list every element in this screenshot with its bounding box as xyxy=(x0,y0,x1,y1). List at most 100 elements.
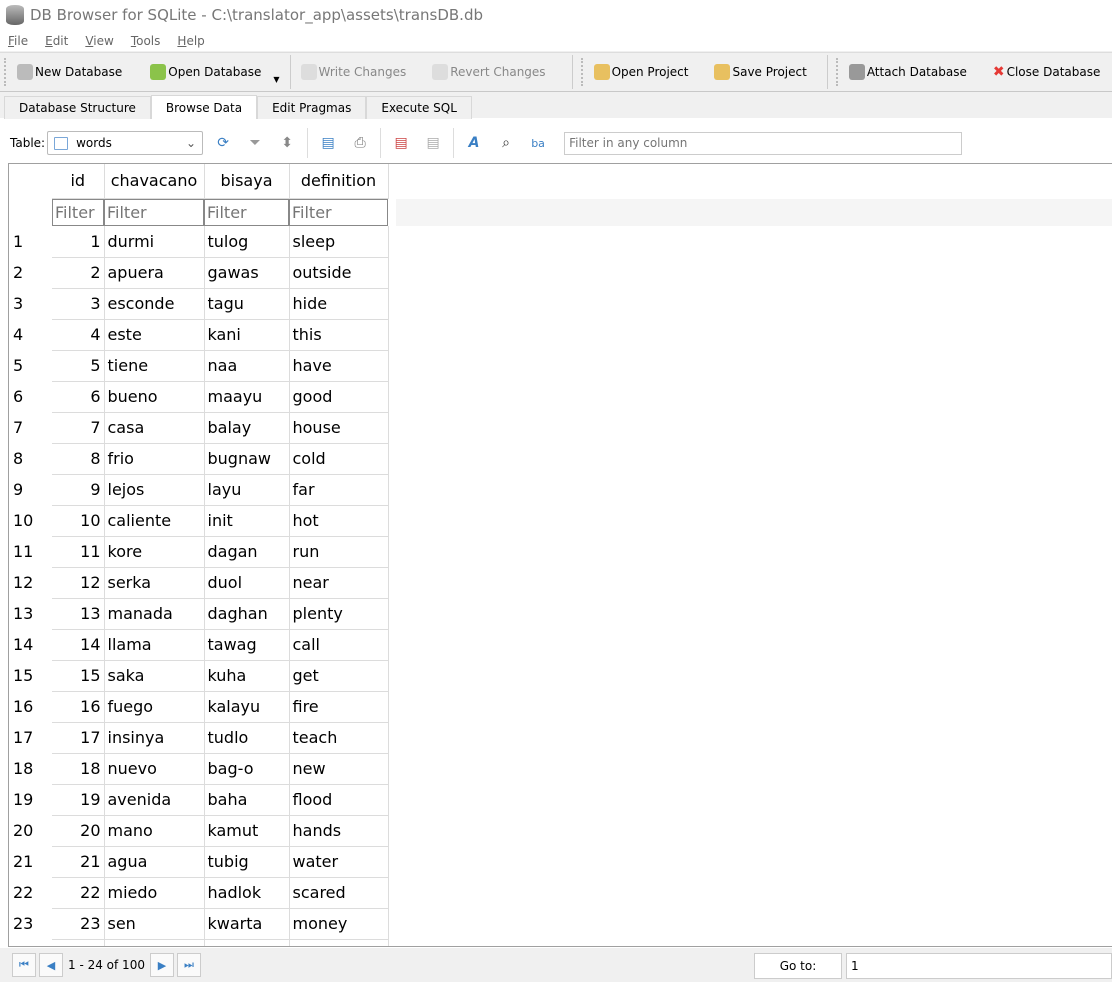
filter-any-column-input[interactable] xyxy=(564,131,963,155)
cell-definition[interactable]: plenty xyxy=(289,598,389,630)
cell-bisaya[interactable]: naa xyxy=(204,350,290,382)
cell-definition[interactable]: run xyxy=(289,536,389,568)
cell-definition[interactable] xyxy=(289,939,389,946)
cell-definition[interactable]: call xyxy=(289,629,389,661)
row-header[interactable]: 10 xyxy=(9,505,52,536)
cell-bisaya[interactable]: baha xyxy=(204,784,290,816)
cell-chavacano[interactable]: llama xyxy=(104,629,205,661)
revert-changes-button[interactable]: Revert Changes xyxy=(426,57,551,87)
cell-bisaya[interactable]: tulog xyxy=(204,226,290,258)
find-icon[interactable]: ⌕ xyxy=(494,132,518,154)
row-header[interactable]: 19 xyxy=(9,784,52,815)
cell-id[interactable]: 14 xyxy=(52,629,105,661)
next-page-button[interactable]: ▶ xyxy=(149,953,174,977)
cell-id[interactable]: 10 xyxy=(52,505,105,537)
cell-bisaya[interactable]: bugnaw xyxy=(204,443,290,475)
row-header[interactable]: 14 xyxy=(9,629,52,660)
row-header[interactable]: 21 xyxy=(9,846,52,877)
row-header[interactable]: 3 xyxy=(9,288,52,319)
cell-chavacano[interactable]: fuego xyxy=(104,691,205,723)
cell-id[interactable]: 13 xyxy=(52,598,105,630)
cell-bisaya[interactable]: tubig xyxy=(204,846,290,878)
cell-chavacano[interactable]: manada xyxy=(104,598,205,630)
cell-id[interactable]: 3 xyxy=(52,288,105,320)
row-header[interactable]: 22 xyxy=(9,877,52,908)
menu-view[interactable]: View xyxy=(85,34,113,48)
cell-bisaya[interactable]: kamut xyxy=(204,815,290,847)
cell-id[interactable]: 19 xyxy=(52,784,105,816)
column-header-bisaya[interactable]: bisaya xyxy=(204,164,290,199)
new-database-button[interactable]: New Database xyxy=(11,57,128,87)
cell-chavacano[interactable]: miedo xyxy=(104,877,205,909)
row-header[interactable]: 2 xyxy=(9,257,52,288)
cell-definition[interactable]: fire xyxy=(289,691,389,723)
goto-input[interactable] xyxy=(846,953,1112,979)
cell-bisaya[interactable]: hadlok xyxy=(204,877,290,909)
save-table-as-icon[interactable]: ▤ xyxy=(316,132,340,154)
filter-bisaya-input[interactable] xyxy=(204,198,289,226)
open-project-button[interactable]: Open Project xyxy=(588,57,695,87)
clear-sorting-icon[interactable]: ⬍ xyxy=(275,132,299,154)
cell-id[interactable]: 20 xyxy=(52,815,105,847)
row-header[interactable]: 4 xyxy=(9,319,52,350)
cell-id[interactable]: 5 xyxy=(52,350,105,382)
cell-chavacano[interactable]: kore xyxy=(104,536,205,568)
cell-bisaya[interactable] xyxy=(204,939,290,946)
tab-browse-data[interactable]: Browse Data xyxy=(150,95,258,119)
cell-id[interactable]: 8 xyxy=(52,443,105,475)
previous-page-button[interactable]: ◀ xyxy=(39,953,63,977)
cell-id[interactable]: 16 xyxy=(52,691,105,723)
cell-chavacano[interactable]: esconde xyxy=(104,288,205,320)
cell-id[interactable]: 11 xyxy=(52,536,105,568)
cell-id[interactable]: 1 xyxy=(52,226,105,258)
cell-chavacano[interactable]: casa xyxy=(104,412,205,444)
cell-chavacano[interactable]: sen xyxy=(104,908,205,940)
row-header[interactable]: 17 xyxy=(9,722,52,753)
cell-id[interactable]: 9 xyxy=(52,474,105,506)
cell-bisaya[interactable]: kani xyxy=(204,319,290,351)
toolbar-grip[interactable] xyxy=(835,58,839,86)
cell-bisaya[interactable]: daghan xyxy=(204,598,290,630)
close-database-button[interactable]: ✖ Close Database xyxy=(987,57,1107,87)
cell-id[interactable]: 17 xyxy=(52,722,105,754)
cell-definition[interactable]: teach xyxy=(289,722,389,754)
goto-button[interactable]: Go to: xyxy=(754,953,842,979)
column-header-id[interactable]: id xyxy=(52,164,105,199)
cell-definition[interactable]: near xyxy=(289,567,389,599)
cell-chavacano[interactable]: insinya xyxy=(104,722,205,754)
cell-definition[interactable]: good xyxy=(289,381,389,413)
cell-bisaya[interactable]: layu xyxy=(204,474,290,506)
cell-bisaya[interactable]: kalayu xyxy=(204,691,290,723)
cell-definition[interactable]: outside xyxy=(289,257,389,289)
row-header[interactable]: 7 xyxy=(9,412,52,443)
filter-id-input[interactable] xyxy=(52,198,104,226)
row-header[interactable]: 1 xyxy=(9,226,52,257)
find-replace-icon[interactable]: ba xyxy=(526,132,550,154)
cell-chavacano[interactable]: caliente xyxy=(104,505,205,537)
cell-chavacano[interactable] xyxy=(104,939,205,946)
refresh-icon[interactable]: ⟳ xyxy=(211,132,235,154)
cell-definition[interactable]: sleep xyxy=(289,226,389,258)
cell-chavacano[interactable]: nuevo xyxy=(104,753,205,785)
cell-chavacano[interactable]: mano xyxy=(104,815,205,847)
column-header-chavacano[interactable]: chavacano xyxy=(104,164,205,199)
cell-id[interactable]: 21 xyxy=(52,846,105,878)
open-database-button[interactable]: Open Database ▼ xyxy=(144,57,285,87)
font-format-icon[interactable]: A xyxy=(462,132,486,154)
cell-definition[interactable]: water xyxy=(289,846,389,878)
cell-chavacano[interactable]: serka xyxy=(104,567,205,599)
cell-bisaya[interactable]: dagan xyxy=(204,536,290,568)
clear-filters-icon[interactable]: ⏷ xyxy=(243,132,267,154)
row-header[interactable]: 11 xyxy=(9,536,52,567)
cell-chavacano[interactable]: durmi xyxy=(104,226,205,258)
cell-bisaya[interactable]: tawag xyxy=(204,629,290,661)
filter-definition-input[interactable] xyxy=(289,198,388,226)
cell-id[interactable] xyxy=(52,939,105,946)
cell-definition[interactable]: far xyxy=(289,474,389,506)
tab-execute-sql[interactable]: Execute SQL xyxy=(366,96,472,119)
row-header[interactable]: 15 xyxy=(9,660,52,691)
write-changes-button[interactable]: Write Changes xyxy=(295,57,413,87)
tab-edit-pragmas[interactable]: Edit Pragmas xyxy=(257,96,367,119)
cell-chavacano[interactable]: este xyxy=(104,319,205,351)
cell-definition[interactable]: scared xyxy=(289,877,389,909)
